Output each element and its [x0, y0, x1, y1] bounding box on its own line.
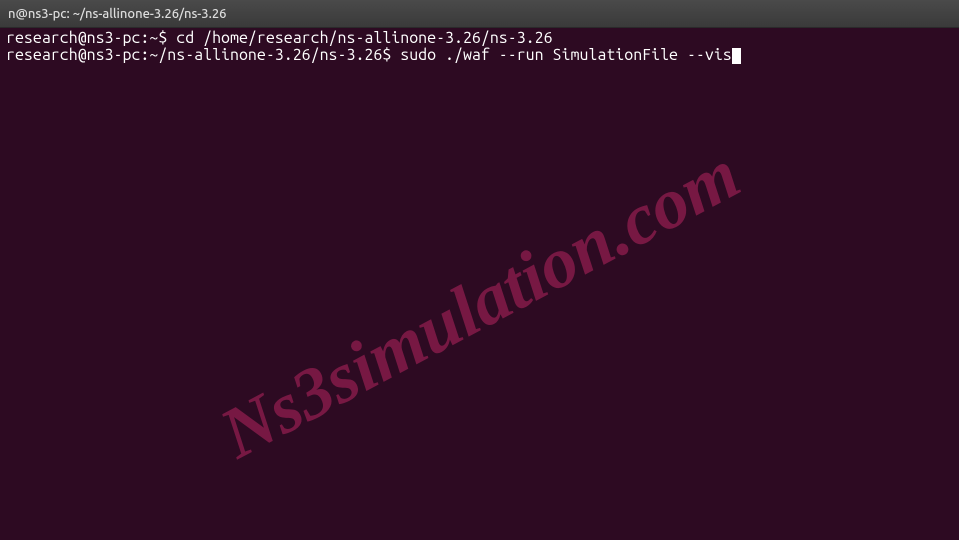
prompt: research@ns3-pc:~$	[6, 29, 167, 47]
command-text: sudo ./waf --run SimulationFile --vis	[391, 46, 731, 64]
terminal-line: research@ns3-pc:~/ns-allinone-3.26/ns-3.…	[6, 47, 953, 64]
terminal-window: n@ns3-pc: ~/ns-allinone-3.26/ns-3.26 res…	[0, 0, 959, 540]
title-bar[interactable]: n@ns3-pc: ~/ns-allinone-3.26/ns-3.26	[0, 0, 959, 28]
title-bar-text: n@ns3-pc: ~/ns-allinone-3.26/ns-3.26	[8, 7, 226, 21]
terminal-body[interactable]: research@ns3-pc:~$ cd /home/research/ns-…	[0, 28, 959, 540]
command-text: cd /home/research/ns-allinone-3.26/ns-3.…	[167, 29, 552, 47]
cursor	[732, 48, 741, 64]
watermark: Ns3simulation.com	[222, 162, 737, 447]
terminal-line: research@ns3-pc:~$ cd /home/research/ns-…	[6, 30, 953, 47]
prompt: research@ns3-pc:~/ns-allinone-3.26/ns-3.…	[6, 46, 391, 64]
